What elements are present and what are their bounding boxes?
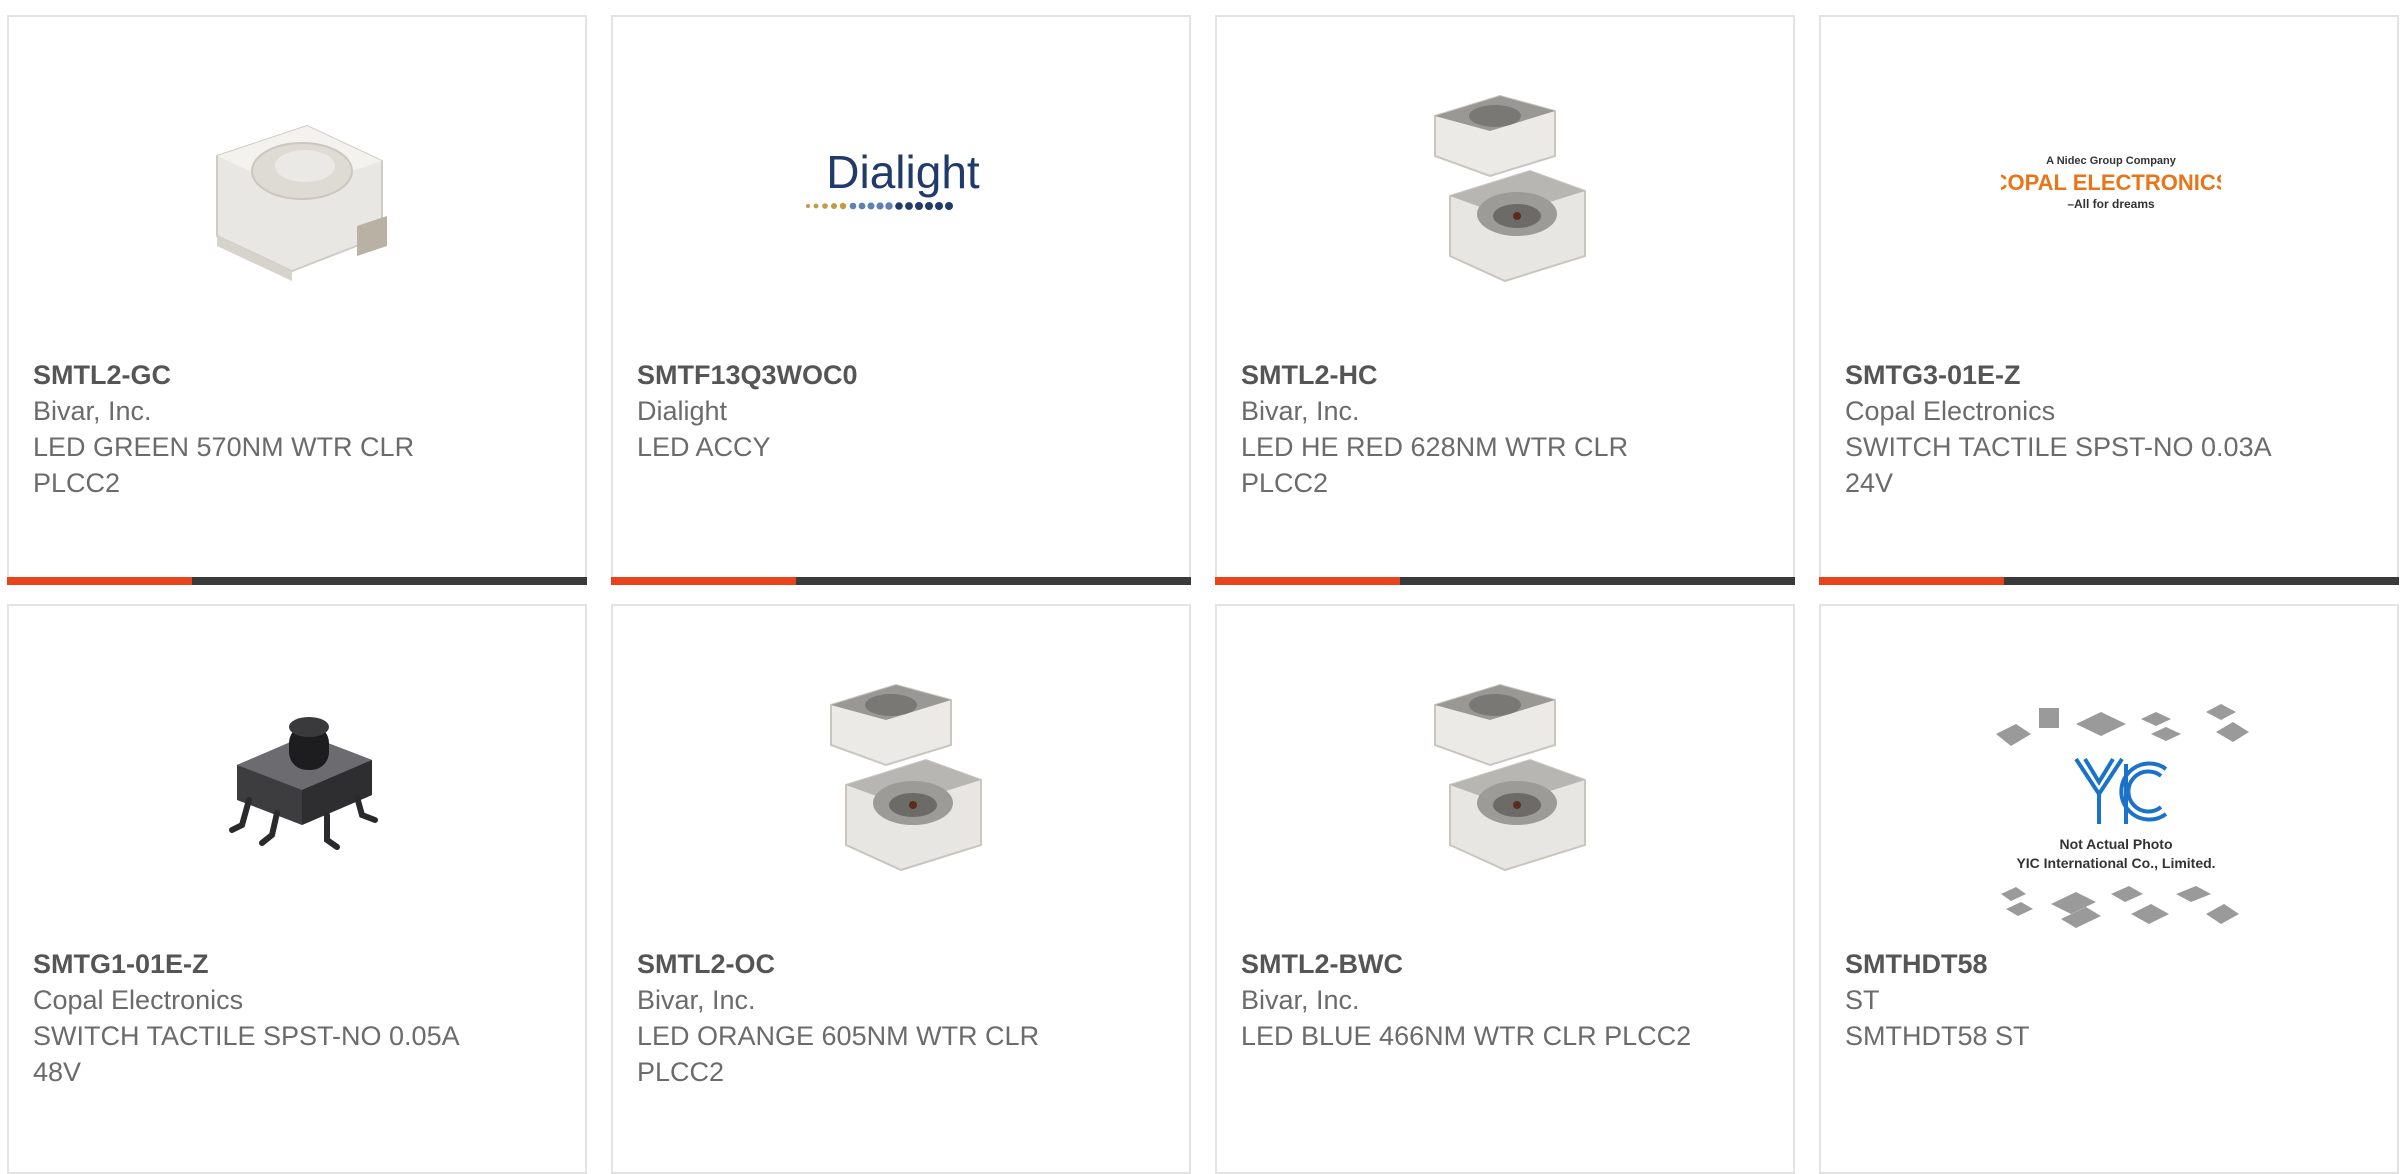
- product-image[interactable]: [1404, 674, 1606, 876]
- copal-slogan: –All for dreams: [2067, 197, 2155, 211]
- product-card[interactable]: A Nidec Group Company COPAL ELECTRONICS …: [1819, 15, 2399, 585]
- copal-brand: COPAL ELECTRONICS: [2001, 170, 2221, 195]
- part-number[interactable]: SMTG3-01E-Z: [1845, 357, 2377, 393]
- card-bottom-bar: [611, 577, 1191, 585]
- product-info: SMTL2-GC Bivar, Inc. LED GREEN 570NM WTR…: [33, 357, 565, 501]
- part-number[interactable]: SMTL2-GC: [33, 357, 565, 393]
- product-info: SMTHDT58 ST SMTHDT58 ST: [1845, 946, 2377, 1054]
- product-info: SMTF13Q3WOC0 Dialight LED ACCY: [637, 357, 1169, 465]
- product-grid: SMTL2-GC Bivar, Inc. LED GREEN 570NM WTR…: [7, 15, 2399, 1174]
- description: LED ACCY: [637, 432, 771, 462]
- product-image[interactable]: A Nidec Group Company COPAL ELECTRONICS …: [2001, 85, 2221, 287]
- led-white-side-icon: [216, 124, 387, 281]
- product-card[interactable]: SMTL2-BWC Bivar, Inc. LED BLUE 466NM WTR…: [1215, 604, 1795, 1174]
- manufacturer: Bivar, Inc.: [33, 396, 152, 426]
- card-accent-bar: [7, 577, 192, 585]
- product-image[interactable]: [196, 674, 398, 876]
- part-number[interactable]: SMTHDT58: [1845, 946, 2377, 982]
- manufacturer: Bivar, Inc.: [1241, 396, 1360, 426]
- manufacturer: ST: [1845, 985, 1880, 1015]
- description: LED GREEN 570NM WTR CLR PLCC2: [33, 432, 415, 498]
- part-number[interactable]: SMTG1-01E-Z: [33, 946, 565, 982]
- description: LED ORANGE 605NM WTR CLR PLCC2: [637, 1021, 1040, 1087]
- product-info: SMTL2-BWC Bivar, Inc. LED BLUE 466NM WTR…: [1241, 946, 1773, 1054]
- card-bottom-bar: [7, 577, 587, 585]
- product-card[interactable]: SMTG1-01E-Z Copal Electronics SWITCH TAC…: [7, 604, 587, 1174]
- card-accent-bar: [1215, 577, 1400, 585]
- part-number[interactable]: SMTL2-OC: [637, 946, 1169, 982]
- yic-placeholder-icon: Not Actual Photo YIC International Co., …: [1996, 704, 2249, 928]
- tactile-switch-icon: [229, 717, 378, 850]
- manufacturer: Bivar, Inc.: [637, 985, 756, 1015]
- manufacturer: Bivar, Inc.: [1241, 985, 1360, 1015]
- description: SMTHDT58 ST: [1845, 1021, 2030, 1051]
- product-card[interactable]: SMTL2-GC Bivar, Inc. LED GREEN 570NM WTR…: [7, 15, 587, 585]
- product-card[interactable]: SMTL2-HC Bivar, Inc. LED HE RED 628NM WT…: [1215, 15, 1795, 585]
- copal-tagline: A Nidec Group Company: [2046, 155, 2177, 167]
- part-number[interactable]: SMTL2-BWC: [1241, 946, 1773, 982]
- product-card[interactable]: SMTL2-OC Bivar, Inc. LED ORANGE 605NM WT…: [611, 604, 1191, 1174]
- led-stacked-icon: [1434, 94, 1586, 283]
- product-info: SMTL2-OC Bivar, Inc. LED ORANGE 605NM WT…: [637, 946, 1169, 1090]
- placeholder-note: Not Actual Photo: [2059, 836, 2172, 852]
- card-accent-bar: [1819, 577, 2004, 585]
- product-image[interactable]: Dialight: [798, 85, 1008, 287]
- product-info: SMTG1-01E-Z Copal Electronics SWITCH TAC…: [33, 946, 565, 1090]
- description: SWITCH TACTILE SPST-NO 0.03A 24V: [1845, 432, 2271, 498]
- dialight-logo-text: Dialight: [826, 146, 980, 198]
- description: LED HE RED 628NM WTR CLR PLCC2: [1241, 432, 1629, 498]
- part-number[interactable]: SMTF13Q3WOC0: [637, 357, 1169, 393]
- product-image[interactable]: [800, 674, 1002, 876]
- product-card[interactable]: Dialight SMTF13Q3WOC0 Dialight LED ACCY: [611, 15, 1191, 585]
- description: LED BLUE 466NM WTR CLR PLCC2: [1241, 1021, 1692, 1051]
- product-image[interactable]: [1404, 85, 1606, 287]
- placeholder-company: YIC International Co., Limited.: [2016, 855, 2215, 871]
- product-image[interactable]: Not Actual Photo YIC International Co., …: [1981, 694, 2251, 934]
- manufacturer: Copal Electronics: [33, 985, 244, 1015]
- manufacturer: Dialight: [637, 396, 728, 426]
- card-bottom-bar: [1819, 577, 2399, 585]
- copal-logo: A Nidec Group Company COPAL ELECTRONICS …: [2001, 155, 2221, 211]
- led-stacked-icon: [1434, 683, 1586, 872]
- product-card[interactable]: Not Actual Photo YIC International Co., …: [1819, 604, 2399, 1174]
- product-image[interactable]: [196, 85, 398, 287]
- description: SWITCH TACTILE SPST-NO 0.05A 48V: [33, 1021, 459, 1087]
- dialight-logo: Dialight: [806, 146, 980, 210]
- manufacturer: Copal Electronics: [1845, 396, 2056, 426]
- product-info: SMTL2-HC Bivar, Inc. LED HE RED 628NM WT…: [1241, 357, 1773, 501]
- led-stacked-icon: [830, 683, 982, 872]
- part-number[interactable]: SMTL2-HC: [1241, 357, 1773, 393]
- card-accent-bar: [611, 577, 796, 585]
- product-info: SMTG3-01E-Z Copal Electronics SWITCH TAC…: [1845, 357, 2377, 501]
- card-bottom-bar: [1215, 577, 1795, 585]
